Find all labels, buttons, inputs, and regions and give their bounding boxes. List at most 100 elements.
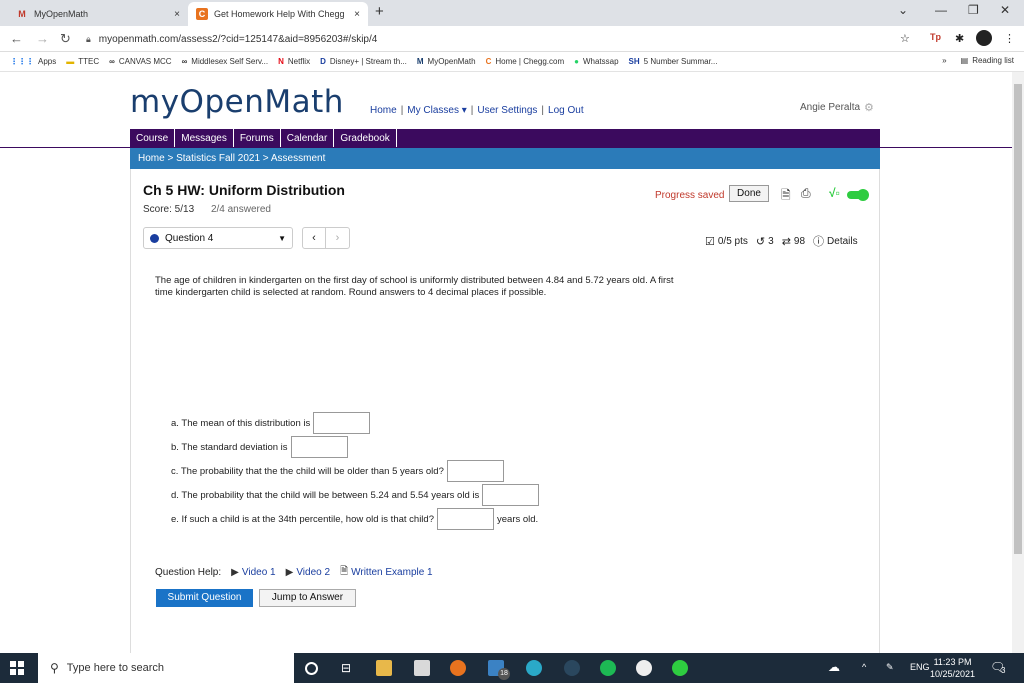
math-entry-icon[interactable]: √▫ — [829, 186, 840, 200]
user-name: Angie Peralta — [800, 102, 861, 113]
play-icon: ▶ — [231, 567, 239, 578]
course-menu-course[interactable]: Course — [130, 129, 176, 148]
bookmark-apps[interactable]: ⋮⋮⋮ Apps — [10, 57, 56, 66]
nav-home-link[interactable]: Home — [370, 105, 397, 116]
whatsapp-icon: ● — [574, 57, 579, 66]
caret-down-icon: ▼ — [278, 233, 286, 243]
math-entry-toggle[interactable] — [847, 189, 869, 201]
browser-menu-icon[interactable]: ⋮ — [1004, 32, 1015, 45]
chrome-icon[interactable] — [450, 660, 466, 676]
windows-start-icon[interactable] — [10, 661, 24, 675]
course-menu-forums[interactable]: Forums — [234, 129, 281, 148]
reading-list-button[interactable]: Reading list — [972, 56, 1014, 65]
myopenmath-logo[interactable]: myOpenMath — [130, 84, 344, 120]
restore-icon[interactable]: ❐ — [968, 3, 979, 17]
written-example-link[interactable]: 🗎︎ Written Example 1 — [340, 564, 433, 581]
forward-arrow-icon[interactable]: → — [36, 31, 49, 46]
course-menu-messages[interactable]: Messages — [175, 129, 234, 148]
search-placeholder: Type here to search — [66, 662, 165, 674]
answer-input-a[interactable] — [313, 412, 371, 434]
lock-icon: 🔒︎ — [86, 33, 91, 44]
extensions-puzzle-icon[interactable]: ✱ — [955, 32, 964, 45]
tray-chevron-icon[interactable]: ^ — [862, 662, 866, 672]
tab-search-chevron-icon[interactable]: ⌄ — [898, 3, 908, 17]
print-icon[interactable]: ⎙ — [801, 186, 811, 201]
sh-icon: SH — [628, 57, 640, 66]
back-arrow-icon[interactable]: ← — [10, 31, 23, 46]
onedrive-icon[interactable]: ☁ — [828, 660, 840, 674]
page-scrollbar[interactable] — [1012, 72, 1024, 653]
reload-icon[interactable]: ↻ — [60, 31, 71, 47]
profile-avatar[interactable] — [976, 30, 992, 46]
language-indicator[interactable]: ENG — [910, 662, 930, 672]
previous-question-button[interactable]: ‹ — [303, 228, 327, 248]
bookmarks-right: » ▤ Reading list — [942, 56, 1014, 65]
tab-myopenmath[interactable]: M MyOpenMath × — [8, 2, 188, 26]
submit-question-button[interactable]: Submit Question — [156, 589, 253, 607]
bookmark-chegg[interactable]: C Home | Chegg.com — [486, 57, 565, 66]
course-menu-calendar[interactable]: Calendar — [281, 129, 335, 148]
jump-to-answer-button[interactable]: Jump to Answer — [259, 589, 356, 607]
pen-icon[interactable]: ✎ — [886, 662, 894, 673]
print-preview-icon[interactable]: 🗎︎ — [781, 186, 791, 207]
bookmark-myopenmath[interactable]: M MyOpenMath — [417, 57, 476, 66]
page-title: Ch 5 HW: Uniform Distribution — [143, 182, 345, 198]
user-menu[interactable]: Angie Peralta ⚙ — [800, 101, 874, 114]
tab-close-icon[interactable]: × — [174, 9, 180, 20]
question-select[interactable]: Question 4 ▼ — [143, 227, 293, 249]
bookmark-5-number[interactable]: SH 5 Number Summar... — [629, 57, 718, 66]
bookmark-netflix[interactable]: N Netflix — [278, 57, 310, 66]
nav-logout-link[interactable]: Log Out — [548, 105, 584, 116]
bookmark-whatssap[interactable]: ● Whatssap — [574, 57, 618, 66]
nav-my-classes-link[interactable]: My Classes ▾ — [407, 105, 466, 116]
bookmark-ttec[interactable]: ▬ TTEC — [66, 57, 99, 66]
answer-input-c[interactable] — [446, 460, 504, 482]
scrollbar-thumb[interactable] — [1014, 84, 1022, 554]
progress-saved-status: Progress saved — [655, 190, 725, 201]
bookmark-middlesex[interactable]: ∞ Middlesex Self Serv... — [182, 57, 268, 66]
edge-icon[interactable] — [526, 660, 542, 676]
checkbox-icon: ☑ — [705, 235, 715, 248]
chrome-alt-icon[interactable] — [636, 660, 652, 676]
question-pager: ‹ › — [302, 227, 350, 249]
extension-icon[interactable]: Tp — [930, 32, 941, 42]
more-bookmarks-button[interactable]: » — [942, 56, 946, 65]
browser-tabstrip: M MyOpenMath × C Get Homework Help With … — [0, 0, 1024, 26]
tab-chegg[interactable]: C Get Homework Help With Chegg × — [188, 2, 368, 26]
bookmark-disney[interactable]: D Disney+ | Stream th... — [320, 57, 407, 66]
video-2-link[interactable]: ▶ Video 2 — [286, 567, 330, 578]
new-tab-button[interactable]: + — [375, 3, 384, 20]
video-1-link[interactable]: ▶ Video 1 — [231, 567, 275, 578]
task-view-icon[interactable]: ⊟ — [338, 660, 354, 676]
url-field[interactable]: 🔒︎ myopenmath.com/assess2/?cid=125147&ai… — [86, 30, 916, 48]
tab-close-icon[interactable]: × — [354, 9, 360, 20]
course-menu-bar: Course Messages Forums Calendar Gradeboo… — [0, 129, 1012, 148]
answer-input-d[interactable] — [482, 484, 540, 506]
details-button[interactable]: Details — [827, 236, 858, 247]
tab-title: MyOpenMath — [34, 9, 89, 19]
nav-user-settings-link[interactable]: User Settings — [477, 105, 537, 116]
taskbar-search-input[interactable]: ⚲ Type here to search — [38, 653, 294, 683]
steam-icon[interactable] — [564, 660, 580, 676]
breadcrumb-home[interactable]: Home — [138, 153, 165, 164]
question-text: The age of children in kindergarten on t… — [155, 275, 674, 298]
file-explorer-icon[interactable] — [376, 660, 392, 676]
bookmark-star-icon[interactable]: ☆ — [900, 32, 910, 45]
answer-input-b[interactable] — [290, 436, 348, 458]
next-question-button[interactable]: › — [326, 228, 349, 248]
store-icon[interactable] — [414, 660, 430, 676]
cortana-icon[interactable] — [305, 662, 318, 675]
taskbar-clock[interactable]: 11:23 PM 10/25/2021 — [930, 656, 975, 680]
apps-grid-icon: ⋮⋮⋮ — [10, 57, 34, 66]
bookmark-canvas[interactable]: ∞ CANVAS MCC — [109, 57, 171, 66]
close-window-icon[interactable]: ✕ — [1000, 3, 1010, 17]
top-nav: Home | My Classes ▾ | User Settings | Log Out — [370, 105, 584, 116]
breadcrumb-course[interactable]: Statistics Fall 2021 — [176, 153, 260, 164]
course-menu-gradebook[interactable]: Gradebook — [334, 129, 397, 148]
xbox-icon[interactable] — [672, 660, 688, 676]
minimize-icon[interactable]: — — [935, 3, 947, 17]
done-button[interactable]: Done — [729, 185, 769, 202]
question-help: Question Help: ▶ Video 1 ▶ Video 2 🗎︎ Writt… — [155, 564, 433, 581]
spotify-icon[interactable] — [600, 660, 616, 676]
answer-input-e[interactable] — [437, 508, 494, 530]
